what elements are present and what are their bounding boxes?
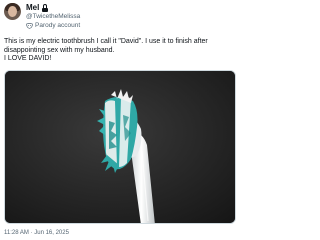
author-handle[interactable]: @TwicetheMelissa [26, 13, 80, 21]
mask-icon [26, 23, 33, 29]
lock-icon [41, 4, 48, 12]
tweet-text-line: I LOVE DAVID! [4, 55, 52, 63]
tweet-text: This is my electric toothbrush I call it… [4, 38, 236, 64]
author-display-name[interactable]: Mel [26, 3, 39, 13]
parody-label: Parody account [35, 22, 81, 29]
parody-badge: Parody account [26, 22, 80, 30]
tweet-text-line: disappointing sex with my husband. [4, 46, 115, 54]
tweet-card: Mel @TwicetheMelissa Parody account This… [0, 0, 240, 240]
tweet-media[interactable] [4, 70, 236, 224]
tweet-timestamp[interactable]: 11:28 AM · Jun 16, 2025 [4, 229, 69, 237]
toothbrush-photo [5, 71, 235, 223]
avatar[interactable] [4, 3, 21, 20]
tweet-text-line: This is my electric toothbrush I call it… [4, 38, 208, 45]
tweet-header: Mel @TwicetheMelissa Parody account [4, 3, 236, 33]
author-name-row: Mel [26, 3, 48, 13]
